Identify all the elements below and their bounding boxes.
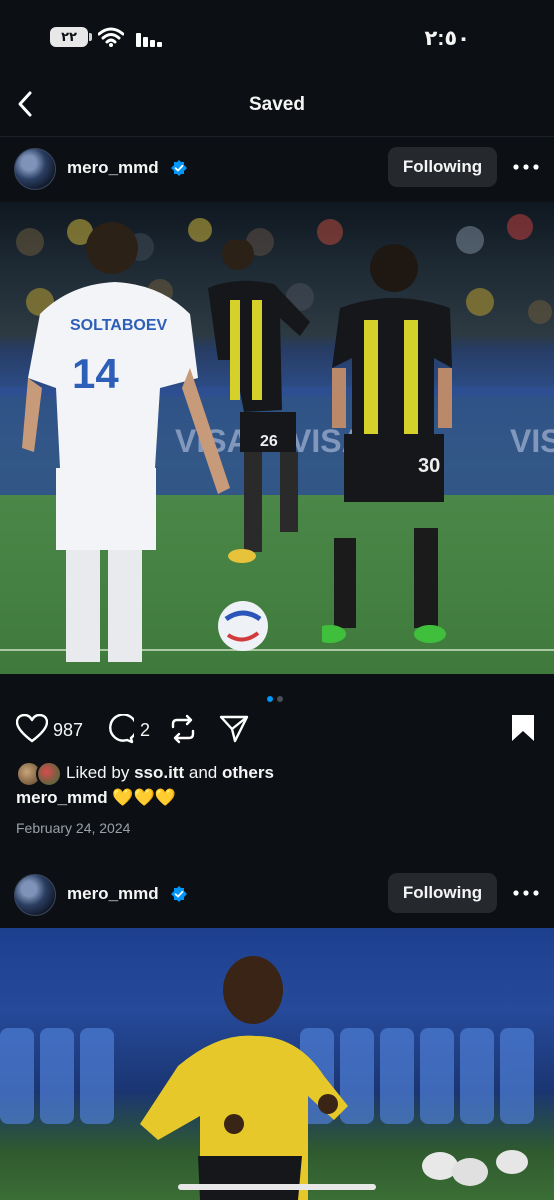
like-count[interactable]: 987 — [53, 720, 83, 741]
post-photo[interactable] — [0, 928, 554, 1200]
avatar — [36, 761, 62, 787]
post-actions: 987 2 — [0, 708, 554, 750]
liked-by-others[interactable]: others — [222, 763, 274, 782]
liked-by-label: Liked by — [66, 763, 130, 782]
caption-username[interactable]: mero_mmd — [16, 788, 108, 807]
liked-by-text: Liked by sso.itt and others — [66, 763, 274, 783]
carousel-dot-active — [267, 696, 273, 702]
post-header: mero_mmd Following — [0, 862, 554, 926]
football — [218, 601, 268, 651]
svg-text:VISA: VISA — [510, 423, 554, 459]
carousel-indicator — [267, 689, 287, 707]
wifi-icon — [98, 27, 124, 47]
player-26: 26 — [208, 240, 310, 563]
more-horizontal-icon[interactable] — [509, 878, 543, 908]
more-horizontal-icon[interactable] — [509, 152, 543, 182]
following-button[interactable]: Following — [388, 147, 497, 187]
share-icon[interactable] — [219, 714, 249, 744]
player-training-kit — [140, 956, 348, 1200]
signal-icon — [136, 33, 162, 47]
avatar[interactable] — [14, 148, 56, 190]
post-header: mero_mmd Following — [0, 136, 554, 200]
caption-text: 💛💛💛 — [112, 788, 176, 807]
liked-by-username[interactable]: sso.itt — [134, 763, 184, 782]
svg-text:14: 14 — [72, 350, 119, 397]
comment-icon[interactable] — [104, 714, 134, 744]
player-30: 30 — [322, 244, 452, 643]
status-time: ٢:٥٠ — [424, 27, 470, 50]
heart-icon[interactable] — [16, 714, 48, 744]
username[interactable]: mero_mmd — [67, 884, 159, 904]
svg-text:30: 30 — [418, 455, 440, 477]
nav-bar: Saved — [0, 74, 554, 136]
username[interactable]: mero_mmd — [67, 158, 159, 178]
caption: mero_mmd 💛💛💛 — [16, 788, 176, 808]
liked-by-and: and — [188, 763, 218, 782]
battery-icon: ٢٢ — [50, 27, 92, 47]
svg-text:SOLTABOEV: SOLTABOEV — [70, 317, 168, 334]
page-title: Saved — [249, 94, 305, 115]
comment-count[interactable]: 2 — [140, 720, 150, 741]
verified-badge-icon — [171, 886, 187, 902]
bookmark-icon[interactable] — [511, 714, 535, 742]
post-date: February 24, 2024 — [16, 820, 131, 836]
avatar[interactable] — [14, 874, 56, 916]
repost-icon[interactable] — [169, 714, 197, 744]
status-bar: ٢٢ ٢:٥٠ — [0, 0, 554, 74]
home-indicator[interactable] — [178, 1184, 376, 1190]
post-photo[interactable]: VISA VISA VISA SOLTABOEV 14 26 30 — [0, 202, 554, 674]
verified-badge-icon — [171, 160, 187, 176]
svg-text:26: 26 — [260, 433, 278, 450]
following-button[interactable]: Following — [388, 873, 497, 913]
carousel-dot — [277, 696, 283, 702]
